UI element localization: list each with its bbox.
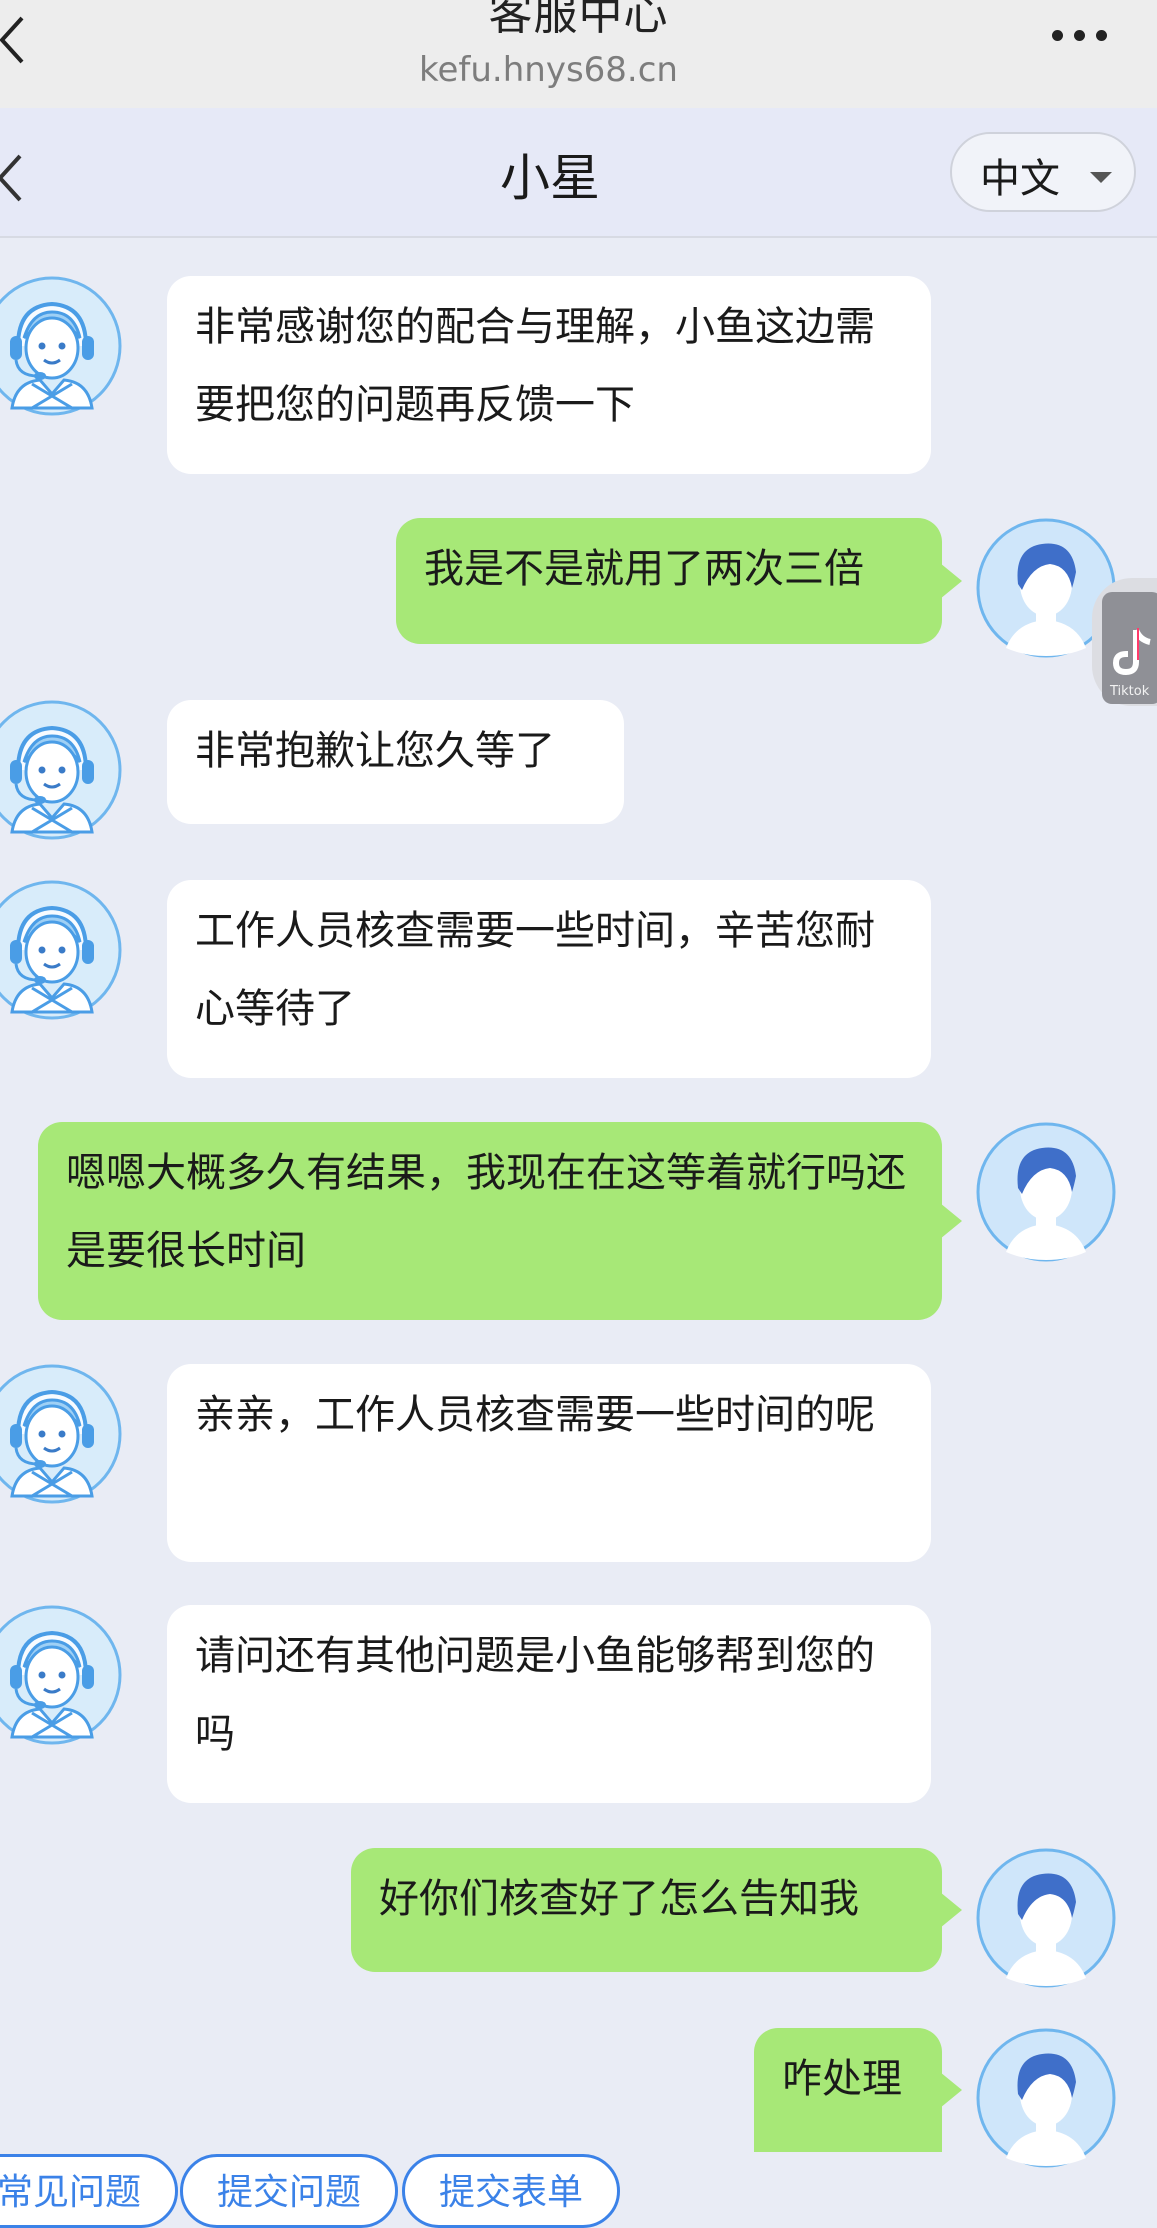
quick-reply-bar: 常见问题 提交问题 提交表单	[0, 2140, 1157, 2228]
tiktok-label: Tiktok	[1110, 684, 1150, 699]
user-message: 咋处理	[754, 2028, 962, 2152]
quick-reply-chip[interactable]: 提交问题	[180, 2154, 399, 2228]
user-message: 好你们核查好了怎么告知我	[351, 1848, 962, 1972]
browser-title: 客服中心	[488, 0, 669, 40]
browser-url: kefu.hnys68.cn	[419, 50, 678, 90]
agent-message: 亲亲，工作人员核查需要一些时间的呢	[167, 1364, 931, 1562]
user-avatar	[976, 1122, 1116, 1262]
quick-reply-chip[interactable]: 提交表单	[402, 2154, 621, 2228]
language-label: 中文	[980, 156, 1060, 202]
browser-bar: 客服中心 kefu.hnys68.cn	[0, 0, 1157, 108]
agent-avatar	[0, 1364, 122, 1504]
user-avatar	[976, 1848, 1116, 1988]
more-icon[interactable]	[1052, 30, 1107, 41]
chat-title: 小星	[500, 149, 600, 207]
agent-avatar	[0, 1605, 122, 1745]
agent-message: 工作人员核查需要一些时间，辛苦您耐心等待了	[167, 880, 931, 1078]
chat-header: 小星 中文	[0, 108, 1157, 238]
agent-avatar	[0, 700, 122, 840]
agent-message: 请问还有其他问题是小鱼能够帮到您的吗	[167, 1605, 931, 1803]
agent-message: 非常感谢您的配合与理解，小鱼这边需要把您的问题再反馈一下	[167, 276, 931, 474]
agent-avatar	[0, 276, 122, 416]
language-select[interactable]: 中文	[950, 132, 1136, 212]
user-message: 嗯嗯大概多久有结果，我现在在这等着就行吗还是要很长时间	[38, 1122, 962, 1320]
quick-reply-chip[interactable]: 常见问题	[0, 2154, 179, 2228]
user-message: 我是不是就用了两次三倍	[396, 518, 962, 644]
agent-avatar	[0, 880, 122, 1020]
chevron-down-icon	[1090, 172, 1112, 183]
agent-message: 非常抱歉让您久等了	[167, 700, 624, 824]
